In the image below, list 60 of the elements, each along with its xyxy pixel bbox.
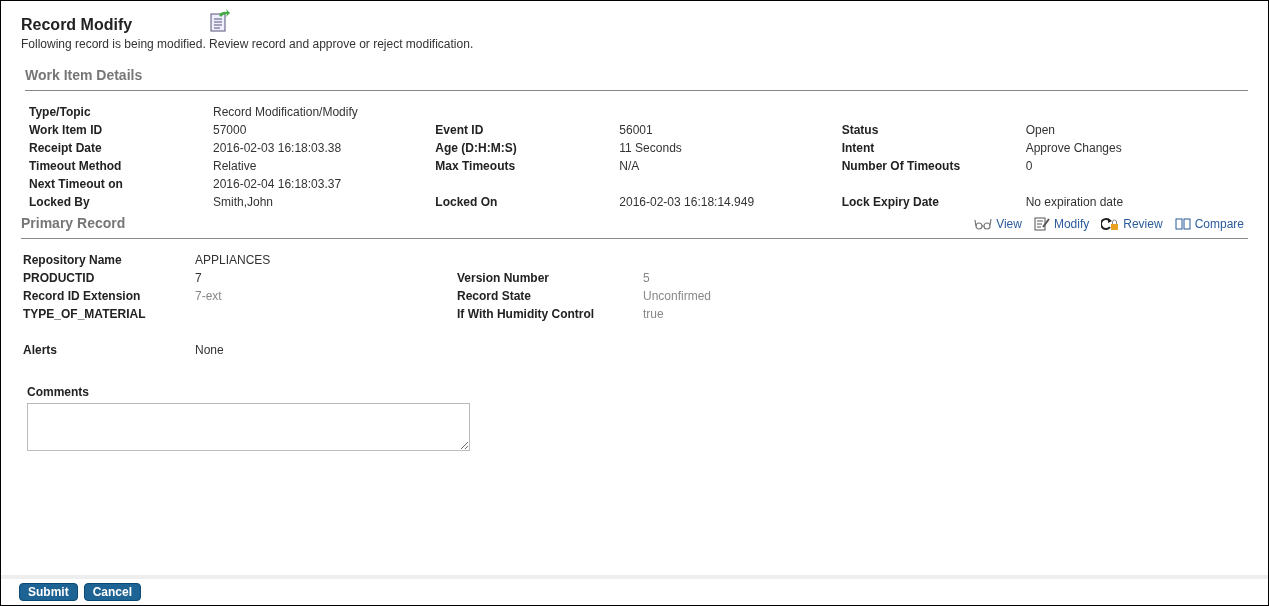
form-button[interactable]: Submit [19, 583, 78, 601]
field-label: Locked By [29, 194, 91, 211]
field-value: Unconfirmed [643, 288, 712, 305]
edit-document-icon [1033, 216, 1050, 231]
field-value: true [643, 306, 664, 323]
field-value: 56001 [619, 122, 653, 139]
field-label: Number Of Timeouts [841, 158, 962, 175]
field-value: 2016-02-04 16:18:03.37 [213, 176, 342, 193]
field-label: Record State [457, 288, 533, 305]
field-label: Locked On [435, 194, 499, 211]
action-link[interactable]: Review [1101, 214, 1163, 233]
field-value: Relative [213, 158, 257, 175]
action-link[interactable]: Compare [1174, 214, 1244, 233]
glasses-icon [974, 217, 993, 230]
field-label: Event ID [435, 122, 485, 139]
field-value: 2016-02-03 16:18:03.38 [213, 140, 342, 157]
field-label: Comments [27, 384, 90, 401]
field-value: 7 [195, 270, 202, 287]
field-label: Max Timeouts [435, 158, 517, 175]
compare-documents-icon [1174, 217, 1191, 230]
field-label: Timeout Method [29, 158, 123, 175]
field-label: Type/Topic [29, 104, 92, 121]
field-value: Approve Changes [1025, 140, 1122, 157]
comments-field[interactable] [27, 403, 470, 451]
action-link[interactable]: Modify [1033, 214, 1090, 233]
document-arrow-icon [209, 9, 231, 33]
page-title: Record Modify [21, 15, 134, 35]
form-button[interactable]: Cancel [83, 583, 142, 601]
field-label: TYPE_OF_MATERIAL [23, 306, 147, 323]
field-value: None [195, 342, 224, 359]
section-heading: Work Item Details [25, 66, 144, 85]
field-value: 7-ext [195, 288, 222, 305]
field-label: Lock Expiry Date [841, 194, 941, 211]
field-label: Receipt Date [29, 140, 103, 157]
field-label: PRODUCTID [23, 270, 96, 287]
field-value: 11 Seconds [619, 140, 682, 157]
field-label: Alerts [23, 342, 58, 359]
field-value: Smith,John [213, 194, 274, 211]
field-value: 2016-02-03 16:18:14.949 [619, 194, 755, 211]
field-label: Next Timeout on [29, 176, 124, 193]
field-label: Intent [841, 140, 876, 157]
field-label: Status [841, 122, 880, 139]
action-link[interactable]: View [974, 214, 1022, 233]
field-label: Record ID Extension [23, 288, 142, 305]
field-label: If With Humidity Control [457, 306, 596, 323]
field-value: No expiration date [1025, 194, 1124, 211]
refresh-lock-icon [1101, 216, 1120, 231]
page-description: Following record is being modified. Review record and approve or reject modification. [21, 36, 475, 53]
field-value: Open [1025, 122, 1055, 139]
field-value: 5 [643, 270, 650, 287]
field-label: Repository Name [23, 252, 123, 269]
field-label: Age (D:H:M:S) [435, 140, 518, 157]
field-value: APPLIANCES [195, 252, 271, 269]
section-heading: Primary Record [21, 214, 126, 233]
field-value: 57000 [213, 122, 247, 139]
field-value: Record Modification/Modify [213, 104, 358, 121]
field-value: N/A [619, 158, 640, 175]
field-value: 0 [1025, 158, 1033, 175]
field-label: Version Number [457, 270, 551, 287]
field-label: Work Item ID [29, 122, 104, 139]
